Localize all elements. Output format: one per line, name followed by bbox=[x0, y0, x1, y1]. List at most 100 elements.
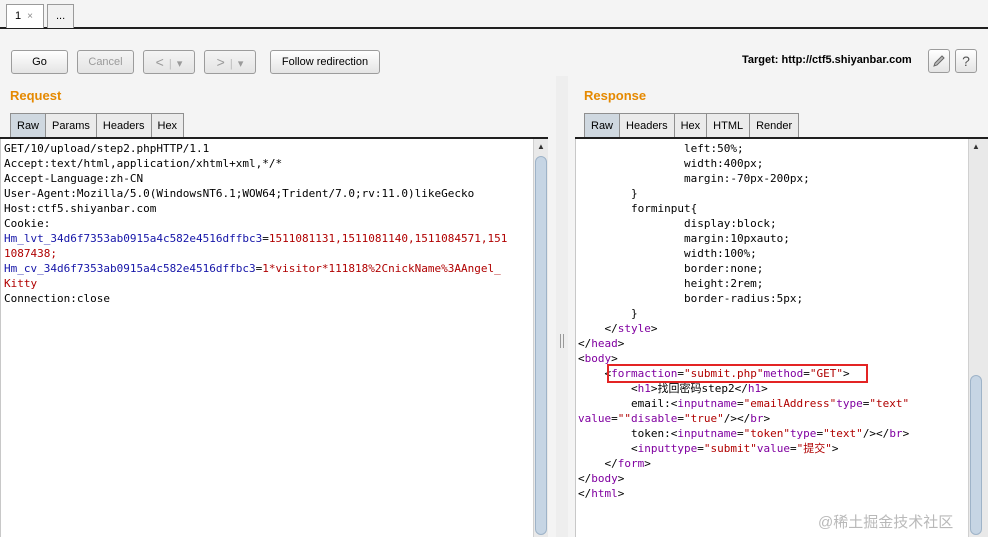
code-token: "text" bbox=[823, 427, 863, 440]
watermark: @稀土掘金技术社区 bbox=[818, 514, 954, 531]
code-token: width:100%; bbox=[578, 247, 757, 260]
code-token: > bbox=[617, 487, 625, 500]
response-tab-headers[interactable]: Headers bbox=[619, 113, 675, 138]
edit-target-button[interactable] bbox=[928, 49, 950, 73]
help-button[interactable]: ? bbox=[955, 49, 977, 73]
code-line: Hm_cv_34d6f7353ab0915a4c582e4516dffbc3=1… bbox=[4, 261, 533, 276]
code-token: Cookie: bbox=[4, 217, 51, 230]
code-token: Hm_lvt_34d6f7353ab0915a4c582e4516dffbc3 bbox=[4, 232, 263, 245]
code-line: User-Agent:Mozilla/5.0(WindowsNT6.1;WOW6… bbox=[4, 186, 533, 201]
response-editor[interactable]: left:50%; width:400px; margin:-70px-200p… bbox=[575, 139, 968, 537]
back-button[interactable]: < | ▾ bbox=[143, 50, 195, 74]
tab-label: ... bbox=[56, 10, 66, 22]
code-token: 1087438; bbox=[4, 247, 57, 260]
code-token: = bbox=[677, 412, 684, 425]
code-token: < bbox=[578, 442, 638, 455]
code-token: 1*visitor*111818%2CnickName%3AAngel_ bbox=[262, 262, 501, 275]
code-token: > bbox=[902, 427, 910, 440]
code-token: Host:ctf5.shiyanbar.com bbox=[4, 202, 157, 215]
code-line: left:50%; bbox=[578, 141, 968, 156]
scroll-up-arrow[interactable]: ▲ bbox=[534, 139, 548, 154]
code-token: 1511081131,1511081140,1511084571,151 bbox=[268, 232, 508, 245]
chevron-right-icon: > bbox=[216, 54, 225, 70]
code-token: Connection:close bbox=[4, 292, 110, 305]
code-token: border:none; bbox=[578, 262, 764, 275]
repeater-tab-new[interactable]: ... bbox=[47, 4, 74, 28]
code-token: } bbox=[578, 307, 638, 320]
response-tab-hex[interactable]: Hex bbox=[673, 113, 708, 138]
chevron-down-icon: ▾ bbox=[176, 58, 183, 70]
go-button[interactable]: Go bbox=[11, 50, 68, 74]
code-line: <h1>找回密码step2</h1> bbox=[578, 381, 968, 396]
code-token: type bbox=[789, 427, 817, 440]
close-icon[interactable]: × bbox=[27, 11, 33, 22]
code-token: </ bbox=[578, 472, 592, 485]
code-token: "emailAddress" bbox=[743, 397, 837, 410]
code-token: "" bbox=[617, 412, 631, 425]
code-token: > bbox=[644, 457, 651, 470]
repeater-tab-1[interactable]: 1 × bbox=[6, 4, 44, 28]
code-token: border-radius:5px; bbox=[578, 292, 804, 305]
forward-button[interactable]: > | ▾ bbox=[204, 50, 256, 74]
code-line: </head> bbox=[578, 336, 968, 351]
code-token: display:block; bbox=[578, 217, 777, 230]
code-token: > bbox=[617, 337, 625, 350]
top-tab-strip: 1 × ... bbox=[0, 0, 988, 30]
code-token: } bbox=[578, 187, 638, 200]
code-line: </form> bbox=[578, 456, 968, 471]
code-token: Kitty bbox=[4, 277, 38, 290]
request-tab-hex[interactable]: Hex bbox=[150, 113, 185, 138]
chevron-down-icon: ▾ bbox=[237, 58, 244, 70]
code-token: </ bbox=[578, 487, 592, 500]
scroll-up-arrow[interactable]: ▲ bbox=[969, 139, 983, 154]
response-title: Response bbox=[584, 88, 647, 103]
code-line: Cookie: bbox=[4, 216, 533, 231]
code-token: "submit" bbox=[703, 442, 757, 455]
code-line: </body> bbox=[578, 471, 968, 486]
request-tab-params[interactable]: Params bbox=[45, 113, 97, 138]
code-line: display:block; bbox=[578, 216, 968, 231]
code-token: = bbox=[736, 427, 744, 440]
pane-divider[interactable] bbox=[556, 76, 568, 537]
response-tab-render[interactable]: Render bbox=[749, 113, 800, 138]
code-line: Accept-Language:zh-CN bbox=[4, 171, 533, 186]
code-token: "text" bbox=[869, 397, 910, 410]
code-token: > bbox=[831, 442, 839, 455]
code-token: Hm_cv_34d6f7353ab0915a4c582e4516dffbc3 bbox=[4, 262, 256, 275]
request-tab-raw[interactable]: Raw bbox=[10, 113, 47, 138]
code-token: style bbox=[617, 322, 651, 335]
cancel-button[interactable]: Cancel bbox=[77, 50, 134, 74]
code-line: margin:-70px-200px; bbox=[578, 171, 968, 186]
code-token: disable bbox=[631, 412, 678, 425]
code-token: = bbox=[611, 412, 618, 425]
scroll-thumb[interactable] bbox=[970, 375, 982, 535]
code-token: < bbox=[578, 352, 585, 365]
response-scrollbar[interactable]: ▲ bbox=[968, 139, 988, 537]
response-tab-raw[interactable]: Raw bbox=[584, 113, 621, 138]
code-line: } bbox=[578, 306, 968, 321]
code-line: value=""disable="true"/></br> bbox=[578, 411, 968, 426]
chevron-left-icon: < bbox=[155, 54, 164, 70]
code-line: 1087438; bbox=[4, 246, 533, 261]
code-token: email:< bbox=[578, 397, 678, 410]
code-line: </html> bbox=[578, 486, 968, 501]
request-tab-headers[interactable]: Headers bbox=[95, 113, 152, 138]
code-token: Accept-Language:zh-CN bbox=[4, 172, 144, 185]
request-tabs: Raw Params Headers Hex bbox=[10, 113, 185, 139]
request-editor[interactable]: GET/10/upload/step2.phpHTTP/1.1 Accept:te… bbox=[0, 139, 533, 537]
code-token: form bbox=[617, 457, 645, 470]
code-line: Kitty bbox=[4, 276, 533, 291]
code-line: Host:ctf5.shiyanbar.com bbox=[4, 201, 533, 216]
code-token: </ bbox=[578, 337, 592, 350]
response-tab-html[interactable]: HTML bbox=[706, 113, 751, 138]
follow-redirection-button[interactable]: Follow redirection bbox=[270, 50, 380, 74]
code-line: email:<inputname="emailAddress"type="tex… bbox=[578, 396, 968, 411]
code-token: h1 bbox=[637, 382, 651, 395]
code-token: = bbox=[262, 232, 269, 245]
scroll-thumb[interactable] bbox=[535, 156, 547, 535]
request-scrollbar[interactable]: ▲ bbox=[533, 139, 548, 537]
code-line: token:<inputname="token"type="text"/></b… bbox=[578, 426, 968, 441]
code-token: value bbox=[756, 442, 790, 455]
code-token: head bbox=[591, 337, 618, 350]
code-line: height:2rem; bbox=[578, 276, 968, 291]
